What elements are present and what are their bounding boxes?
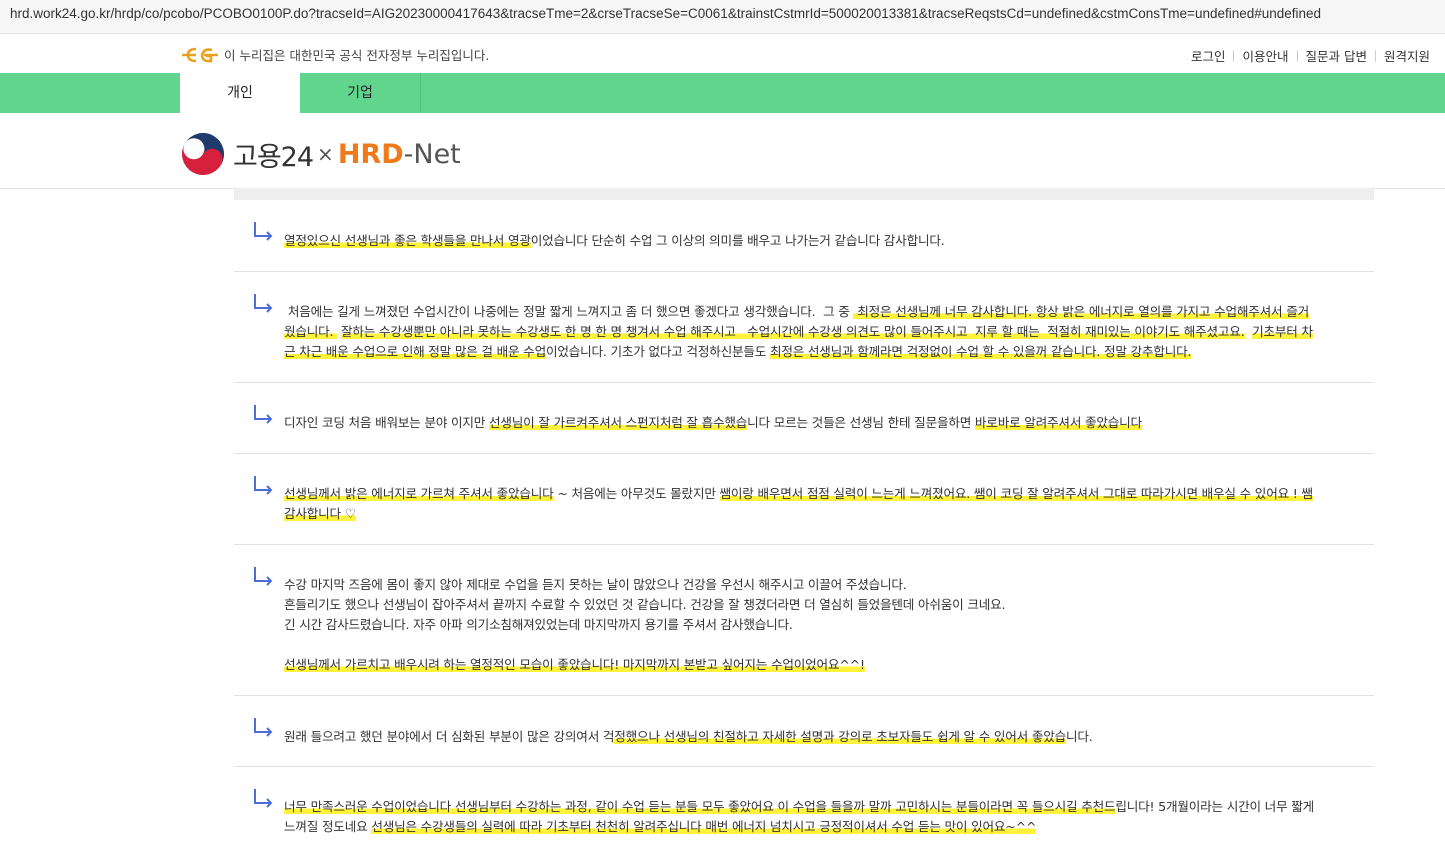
highlighted-text: 웠습니다. <box>284 324 338 339</box>
review-text-segment: 니다. <box>1066 729 1093 744</box>
review-text-segment: 이었습니다 단순히 수업 그 이상의 의미를 배우고 나가는거 같습니다 감사합… <box>530 233 945 248</box>
review-text-segment: 디자인 코딩 처음 배워보는 분야 이지만 <box>284 415 489 430</box>
browser-url-bar[interactable]: hrd.work24.go.kr/hrdp/co/pcobo/PCOBO0100… <box>0 0 1445 34</box>
highlighted-text: 너무 만족스러운 수업이었습니다 선생님부터 수강하는 과정, 같이 수업 듣는… <box>284 799 1116 814</box>
review-text-segment: 수강 마지막 즈음에 몸이 좋지 않아 제대로 수업을 듣지 못하는 날이 많았… <box>284 577 907 592</box>
tab-business[interactable]: 기업 <box>300 73 421 113</box>
review-line: 선생님께서 가르치고 배우시려 하는 열정적인 모습이 좋았습니다! 마지막까지… <box>284 655 1354 675</box>
review-line: 긴 시간 감사드렸습니다. 자주 아파 의기소침해져있었는데 마지막까지 용기를… <box>284 615 1354 635</box>
reply-arrow-icon <box>254 567 273 586</box>
highlighted-text: 선생님께서 밝은 에너지로 가르쳐 주셔서 좋았습니다 <box>284 486 554 501</box>
guide-link[interactable]: 이용안내 <box>1242 46 1288 65</box>
highlighted-text: 근 차근 배운 수업으로 인해 정말 많은 걸 배운 수업 <box>284 344 546 359</box>
site-logo[interactable]: 고용24 × HRD -Net <box>181 132 461 176</box>
list-top-strip <box>234 188 1374 200</box>
review-item: 선생님께서 밝은 에너지로 가르쳐 주셔서 좋았습니다 ~ 처음에는 아무것도 … <box>234 454 1374 545</box>
review-text: 너무 만족스러운 수업이었습니다 선생님부터 수강하는 과정, 같이 수업 듣는… <box>284 797 1354 837</box>
review-text-segment: 느껴질 정도네요 <box>284 819 372 834</box>
review-text: 처음에는 길게 느껴졌던 수업시간이 나중에는 정말 짧게 느껴지고 좀 더 했… <box>284 302 1354 362</box>
reply-arrow-icon <box>254 718 273 737</box>
review-line <box>284 635 1354 655</box>
reply-arrow-icon <box>254 405 273 424</box>
url-text: hrd.work24.go.kr/hrdp/co/pcobo/PCOBO0100… <box>10 6 1322 21</box>
qna-link[interactable]: 질문과 답변 <box>1306 46 1367 65</box>
login-link[interactable]: 로그인 <box>1191 46 1226 65</box>
tab-personal[interactable]: 개인 <box>180 73 300 113</box>
review-text-segment: ~ 처음에는 아무것도 몰랐지만 <box>553 486 720 501</box>
review-text: 열정있으신 선생님과 좋은 학생들을 만나서 영광이었습니다 단순히 수업 그 … <box>284 231 1354 251</box>
logo-text-x: × <box>317 142 334 166</box>
review-line: 너무 만족스러운 수업이었습니다 선생님부터 수강하는 과정, 같이 수업 듣는… <box>284 797 1354 817</box>
reply-arrow-icon <box>254 476 273 495</box>
divider <box>1233 49 1235 62</box>
review-text: 원래 들으려고 했던 분야에서 더 심화된 부분이 많은 강의여서 걱정했으나 … <box>284 727 1354 747</box>
review-item: 너무 만족스러운 수업이었습니다 선생님부터 수강하는 과정, 같이 수업 듣는… <box>234 767 1374 857</box>
highlighted-text: 선생님은 수강생들의 실력에 따라 기초부터 천천히 알려주십니다 매번 에너지… <box>371 819 1037 834</box>
review-item: 디자인 코딩 처음 배워보는 분야 이지만 선생님이 잘 가르켜주셔서 스펀지처… <box>234 383 1374 454</box>
highlighted-text: 바로바로 알려주셔서 좋았습니다 <box>974 415 1142 430</box>
main-nav: 개인 기업 <box>0 73 1445 113</box>
highlighted-text: 선생님이 잘 가르켜주셔서 스펀지처럼 잘 흡수했습 <box>489 415 748 430</box>
review-line: 선생님께서 밝은 에너지로 가르쳐 주셔서 좋았습니다 ~ 처음에는 아무것도 … <box>284 484 1354 504</box>
review-item: 열정있으신 선생님과 좋은 학생들을 만나서 영광이었습니다 단순히 수업 그 … <box>234 200 1374 272</box>
review-item: 수강 마지막 즈음에 몸이 좋지 않아 제대로 수업을 듣지 못하는 날이 많았… <box>234 545 1374 696</box>
highlighted-text: 열정있으신 선생님과 좋은 학생들을 만나서 영광 <box>284 233 531 248</box>
highlighted-text: 최정은 선생님과 함께라면 걱정없이 수업 할 수 있을꺼 같습니다. 정말 강… <box>769 344 1192 359</box>
reply-arrow-icon <box>254 294 273 313</box>
egov-logo-icon <box>182 47 218 62</box>
logo-text-goyong: 고용24 <box>233 141 314 173</box>
review-line: 디자인 코딩 처음 배워보는 분야 이지만 선생님이 잘 가르켜주셔서 스펀지처… <box>284 413 1354 433</box>
divider <box>1296 49 1298 62</box>
review-line: 열정있으신 선생님과 좋은 학생들을 만나서 영광이었습니다 단순히 수업 그 … <box>284 231 1354 251</box>
highlighted-text: 잘하는 수강생뿐만 아니라 못하는 수강생도 한 명 한 명 챙겨서 수업 해주… <box>340 324 1245 339</box>
logo-text-hrd: HRD <box>337 138 404 170</box>
review-text-segment: 니다 모르는 것들은 선생님 한테 질문을하면 <box>747 415 975 430</box>
review-text-segment: 흔들리기도 했으나 선생님이 잡아주셔서 끝까지 수료할 수 있었던 것 같습니… <box>284 597 1006 612</box>
highlighted-text: 선생님께서 가르치고 배우시려 하는 열정적인 모습이 좋았습니다! 마지막까지… <box>284 657 865 672</box>
gov-notice: 이 누리집은 대한민국 공식 전자정부 누리집입니다. <box>180 45 489 64</box>
gov-notice-text: 이 누리집은 대한민국 공식 전자정부 누리집입니다. <box>224 48 490 63</box>
review-text-segment <box>1245 324 1253 339</box>
review-line: 감사합니다 ♡ <box>284 504 1354 524</box>
review-text: 수강 마지막 즈음에 몸이 좋지 않아 제대로 수업을 듣지 못하는 날이 많았… <box>284 575 1354 675</box>
reply-arrow-icon <box>254 789 273 808</box>
highlighted-text: 쌤이랑 배우면서 점점 실력이 느는게 느껴졌어요. 쌤이 코딩 잘 알려주셔서… <box>719 486 1313 501</box>
review-text-segment: 이었습니다. 기초가 없다고 걱정하신분들도 <box>545 344 770 359</box>
gov-notice-bar: 이 누리집은 대한민국 공식 전자정부 누리집입니다. 로그인 이용안내 질문과… <box>0 36 1445 73</box>
review-line: 원래 들으려고 했던 분야에서 더 심화된 부분이 많은 강의여서 걱정했으나 … <box>284 727 1354 747</box>
review-line: 웠습니다. 잘하는 수강생뿐만 아니라 못하는 수강생도 한 명 한 명 챙겨서… <box>284 322 1354 342</box>
taegeuk-logo-icon <box>181 132 225 176</box>
review-line: 흔들리기도 했으나 선생님이 잡아주셔서 끝까지 수료할 수 있었던 것 같습니… <box>284 595 1354 615</box>
review-text-segment: 원래 들으려고 했던 분야에서 더 심화된 부분이 많은 강의여서 걱 <box>284 729 615 744</box>
highlighted-text: 기초부터 차 <box>1252 324 1313 339</box>
review-text-segment: 긴 시간 감사드렸습니다. 자주 아파 의기소침해져있었는데 마지막까지 용기를… <box>284 617 793 632</box>
highlighted-text: 정했으나 선생님의 친절하고 자세한 설명과 강의로 초보자들도 쉽게 알 수 … <box>614 729 1067 744</box>
highlighted-text: 감사합니다 ♡ <box>284 506 356 521</box>
remote-support-link[interactable]: 원격지원 <box>1384 46 1430 65</box>
divider <box>1374 49 1376 62</box>
review-line: 근 차근 배운 수업으로 인해 정말 많은 걸 배운 수업이었습니다. 기초가 … <box>284 342 1354 362</box>
review-text-segment: 처음에는 길게 느껴졌던 수업시간이 나중에는 정말 짧게 느껴지고 좀 더 했… <box>284 304 854 319</box>
reply-arrow-icon <box>254 222 273 241</box>
review-item: 처음에는 길게 느껴졌던 수업시간이 나중에는 정말 짧게 느껴지고 좀 더 했… <box>234 272 1374 383</box>
site-header: 고용24 × HRD -Net <box>0 113 1445 189</box>
review-line: 느껴질 정도네요 선생님은 수강생들의 실력에 따라 기초부터 천천히 알려주십… <box>284 817 1354 837</box>
highlighted-text: 최정은 선생님께 너무 감사합니다. 항상 밝은 에너지로 열의를 가지고 수업… <box>853 304 1310 319</box>
utility-links: 로그인 이용안내 질문과 답변 원격지원 <box>1191 46 1430 65</box>
review-text: 디자인 코딩 처음 배워보는 분야 이지만 선생님이 잘 가르켜주셔서 스펀지처… <box>284 413 1354 433</box>
review-line: 수강 마지막 즈음에 몸이 좋지 않아 제대로 수업을 듣지 못하는 날이 많았… <box>284 575 1354 595</box>
review-text: 선생님께서 밝은 에너지로 가르쳐 주셔서 좋았습니다 ~ 처음에는 아무것도 … <box>284 484 1354 524</box>
review-line: 처음에는 길게 느껴졌던 수업시간이 나중에는 정말 짧게 느껴지고 좀 더 했… <box>284 302 1354 322</box>
review-text-segment: 립니다! 5개월이라는 시간이 너무 짧게 <box>1115 799 1315 814</box>
logo-text-net: -Net <box>403 138 461 170</box>
review-item: 원래 들으려고 했던 분야에서 더 심화된 부분이 많은 강의여서 걱정했으나 … <box>234 696 1374 767</box>
